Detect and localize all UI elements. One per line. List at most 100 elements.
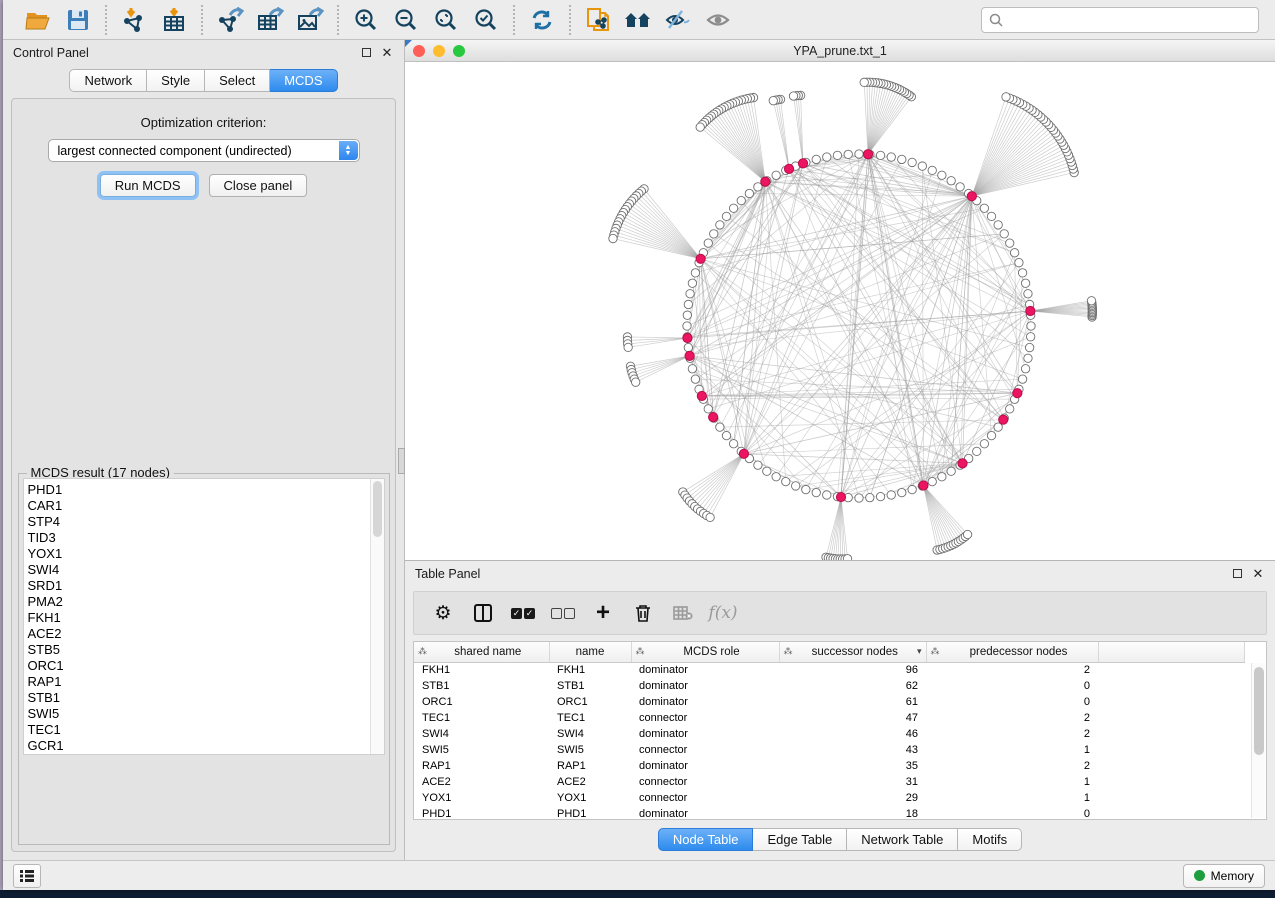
mcds-node-item[interactable]: SRD1: [28, 578, 384, 594]
mcds-node-item[interactable]: STP4: [28, 514, 384, 530]
column-header-label[interactable]: predecessor nodes: [944, 646, 1094, 658]
close-panel-button[interactable]: Close panel: [209, 174, 308, 197]
sort-chevron-icon[interactable]: ▾: [917, 646, 922, 657]
column-header-label[interactable]: name: [554, 646, 627, 658]
mcds-hub-node[interactable]: [958, 459, 967, 468]
zoom-selected-icon[interactable]: [469, 4, 503, 36]
mcds-node-item[interactable]: ACE2: [28, 626, 384, 642]
mcds-hub-node[interactable]: [683, 333, 692, 342]
memory-button[interactable]: Memory: [1183, 864, 1265, 888]
open-file-icon[interactable]: [21, 4, 55, 36]
mcds-node-item[interactable]: SWI5: [28, 706, 384, 722]
tab-network[interactable]: Network: [69, 69, 147, 92]
table-scrollbar[interactable]: [1251, 663, 1265, 818]
hide-selected-icon[interactable]: [661, 4, 695, 36]
close-panel-icon[interactable]: ✕: [380, 46, 394, 60]
mcds-hub-node[interactable]: [739, 449, 748, 458]
select-all-icon[interactable]: ✓✓: [508, 598, 538, 628]
tab-motifs[interactable]: Motifs: [958, 828, 1022, 851]
table-row[interactable]: SWI4SWI4dominator462: [414, 726, 1244, 742]
table-row[interactable]: RAP1RAP1dominator352: [414, 758, 1244, 774]
table-row[interactable]: TEC1TEC1connector472: [414, 710, 1244, 726]
tab-mcds[interactable]: MCDS: [270, 69, 337, 92]
zoom-in-icon[interactable]: [349, 4, 383, 36]
import-network-icon[interactable]: [117, 4, 151, 36]
table-row[interactable]: FKH1FKH1dominator962: [414, 662, 1244, 678]
zoom-out-icon[interactable]: [389, 4, 423, 36]
delete-column-icon[interactable]: [628, 598, 658, 628]
table-row[interactable]: SWI5SWI5connector431: [414, 742, 1244, 758]
table-row[interactable]: ACE2ACE2connector311: [414, 774, 1244, 790]
float-panel-icon[interactable]: [359, 46, 373, 60]
network-graph[interactable]: [405, 62, 1274, 560]
mcds-hub-node[interactable]: [967, 192, 976, 201]
mcds-hub-node[interactable]: [696, 254, 705, 263]
deselect-all-icon[interactable]: [548, 598, 578, 628]
tab-select[interactable]: Select: [205, 69, 270, 92]
refresh-icon[interactable]: [525, 4, 559, 36]
mcds-node-item[interactable]: SWI4: [28, 562, 384, 578]
table-toolbar: ⚙ ✓✓ +: [413, 591, 1267, 635]
mcds-node-item[interactable]: TEC1: [28, 722, 384, 738]
table-row[interactable]: STB1STB1dominator620: [414, 678, 1244, 694]
mcds-node-item[interactable]: PHD1: [28, 482, 384, 498]
mcds-node-item[interactable]: FKH1: [28, 610, 384, 626]
mcds-node-item[interactable]: GCR1: [28, 738, 384, 754]
mcds-hub-node[interactable]: [999, 415, 1008, 424]
first-neighbors-icon[interactable]: [621, 4, 655, 36]
clone-network-icon[interactable]: [581, 4, 615, 36]
mcds-node-item[interactable]: PMA2: [28, 594, 384, 610]
mcds-node-item[interactable]: STB5: [28, 642, 384, 658]
mcds-hub-node[interactable]: [1026, 306, 1035, 315]
tab-edge-table[interactable]: Edge Table: [753, 828, 847, 851]
tab-style[interactable]: Style: [147, 69, 205, 92]
run-mcds-button[interactable]: Run MCDS: [100, 174, 196, 197]
mcds-hub-node[interactable]: [836, 492, 845, 501]
table-row[interactable]: YOX1YOX1connector291: [414, 790, 1244, 806]
network-window-titlebar[interactable]: YPA_prune.txt_1: [405, 40, 1275, 62]
mcds-result-list[interactable]: PHD1CAR1STP4TID3YOX1SWI4SRD1PMA2FKH1ACE2…: [23, 478, 385, 755]
mcds-list-scrollbar[interactable]: [370, 479, 384, 754]
add-column-icon[interactable]: +: [588, 598, 618, 628]
mcds-hub-node[interactable]: [761, 177, 770, 186]
mcds-node-item[interactable]: ORC1: [28, 658, 384, 674]
save-session-icon[interactable]: [61, 4, 95, 36]
table-row[interactable]: PHD1PHD1dominator180: [414, 806, 1244, 820]
mcds-hub-node[interactable]: [1013, 389, 1022, 398]
mcds-hub-node[interactable]: [919, 481, 928, 490]
mcds-hub-node[interactable]: [798, 159, 807, 168]
column-visibility-icon[interactable]: [468, 598, 498, 628]
zoom-fit-icon[interactable]: [429, 4, 463, 36]
mcds-hub-node[interactable]: [784, 164, 793, 173]
mcds-hub-node[interactable]: [697, 391, 706, 400]
table-header-row[interactable]: ⁂shared namename⁂MCDS role⁂successor nod…: [414, 642, 1244, 662]
mcds-hub-node[interactable]: [863, 150, 872, 159]
search-input[interactable]: [1008, 13, 1251, 27]
float-table-panel-icon[interactable]: [1230, 567, 1244, 581]
column-header-label[interactable]: MCDS role: [649, 646, 775, 658]
show-all-icon[interactable]: [701, 4, 735, 36]
table-options-gear-icon[interactable]: ⚙: [428, 598, 458, 628]
close-table-panel-icon[interactable]: ✕: [1251, 567, 1265, 581]
import-table-icon[interactable]: [157, 4, 191, 36]
task-history-icon[interactable]: [13, 864, 41, 888]
mcds-node-item[interactable]: STB1: [28, 690, 384, 706]
tab-node-table[interactable]: Node Table: [658, 828, 754, 851]
table-row[interactable]: ORC1ORC1dominator610: [414, 694, 1244, 710]
mcds-hub-node[interactable]: [685, 351, 694, 360]
network-canvas[interactable]: [405, 62, 1275, 560]
column-header-label[interactable]: successor nodes: [797, 646, 913, 658]
export-network-icon[interactable]: [213, 4, 247, 36]
column-header-label[interactable]: shared name: [431, 646, 545, 658]
mcds-hub-node[interactable]: [709, 413, 718, 422]
network-search-box[interactable]: [981, 7, 1259, 33]
export-table-icon[interactable]: [253, 4, 287, 36]
mcds-node-item[interactable]: CAR1: [28, 498, 384, 514]
panel-splitter-handle[interactable]: [398, 448, 405, 474]
mcds-node-item[interactable]: RAP1: [28, 674, 384, 690]
tab-network-table[interactable]: Network Table: [847, 828, 958, 851]
mcds-node-item[interactable]: YOX1: [28, 546, 384, 562]
mcds-node-item[interactable]: TID3: [28, 530, 384, 546]
optimization-criterion-select[interactable]: largest connected component (undirected)…: [48, 139, 360, 162]
export-image-icon[interactable]: [293, 4, 327, 36]
